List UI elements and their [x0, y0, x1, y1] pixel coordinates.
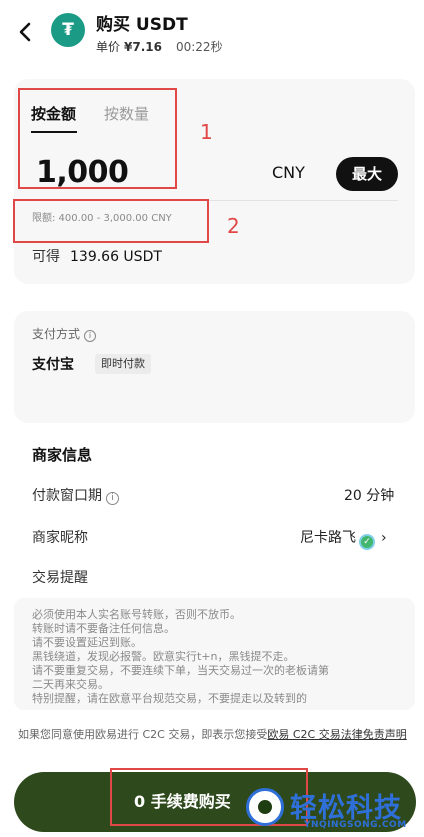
payment-window-value: 20 分钟: [344, 488, 395, 504]
disclaimer: 如果您同意使用欧易进行 C2C 交易，即表示您接受欧易 C2C 交易法律免责声明: [18, 726, 414, 743]
payment-window-label-row: 付款窗口期 i: [32, 485, 119, 505]
tether-coin-icon: ₮: [51, 13, 85, 47]
notice-line: 特别提醒，请在欧意平台规范交易，不要提走以及转到的: [32, 692, 307, 705]
info-icon[interactable]: i: [106, 492, 119, 505]
disclaimer-link[interactable]: 欧易 C2C 交易法律免责声明: [267, 728, 406, 741]
payment-window-label: 付款窗口期: [32, 488, 102, 504]
receive-value: 139.66 USDT: [70, 249, 162, 265]
merchant-nickname-label: 商家昵称: [32, 530, 88, 546]
annotation-box-1: [18, 88, 177, 189]
notice-line: 转账时请不要备注任何信息。: [32, 622, 175, 635]
merchant-section-title: 商家信息: [32, 446, 93, 464]
page-title: 购买 USDT: [96, 15, 188, 35]
merchant-nickname-link[interactable]: 尼卡路飞 ✓ ›: [300, 527, 387, 550]
notice-line: 请不要重复交易，不要连续下单，当天交易过一次的老板请第: [32, 664, 329, 677]
receive-line: 可得 139.66 USDT: [32, 246, 162, 266]
chevron-left-icon[interactable]: [18, 18, 42, 44]
notice-line: 必须使用本人实名账号转账，否则不放币。: [32, 608, 241, 621]
price-label: 单价: [96, 40, 121, 54]
header: ₮ 购买 USDT 单价 ¥7.16 00:22秒: [0, 0, 424, 70]
payment-card[interactable]: 支付方式 i 支付宝 即时付款: [14, 311, 415, 423]
max-button[interactable]: 最大: [336, 157, 398, 191]
verified-badge-icon: ✓: [359, 534, 375, 550]
currency-label: CNY: [272, 163, 305, 182]
payment-label-row: 支付方式 i: [32, 325, 97, 342]
receive-label: 可得: [32, 249, 60, 265]
watermark-sub: YNQINGSONG.COM: [304, 820, 407, 830]
instant-pay-badge: 即时付款: [95, 354, 151, 374]
notice-line: 请不要设置延迟到账。: [32, 636, 142, 649]
price-line: 单价 ¥7.16 00:22秒: [96, 38, 223, 55]
countdown-timer: 00:22秒: [175, 40, 223, 54]
annotation-box-2: [13, 199, 209, 243]
annotation-label-1: 1: [200, 120, 213, 144]
payment-label: 支付方式: [32, 327, 81, 341]
trade-reminder-box: 必须使用本人实名账号转账，否则不放币。 转账时请不要备注任何信息。 请不要设置延…: [14, 598, 415, 710]
disclaimer-text: 如果您同意使用欧易进行 C2C 交易，即表示您接受: [18, 728, 268, 741]
annotation-label-2: 2: [227, 214, 240, 238]
price-value: ¥7.16: [124, 40, 162, 54]
info-icon[interactable]: i: [84, 330, 97, 342]
watermark: 轻松科技 YNQINGSONG.COM: [246, 782, 422, 836]
watermark-logo-icon: [246, 788, 284, 826]
chevron-right-icon: ›: [381, 530, 387, 546]
notice-line: 黑钱绕道，发现必报警。欧意实行t+n，黑钱提不走。: [32, 650, 295, 663]
payment-method: 支付宝: [32, 357, 74, 373]
trade-reminder-label: 交易提醒: [32, 570, 88, 586]
notice-line: 二天再来交易。: [32, 678, 109, 691]
merchant-nickname: 尼卡路飞: [300, 530, 356, 546]
